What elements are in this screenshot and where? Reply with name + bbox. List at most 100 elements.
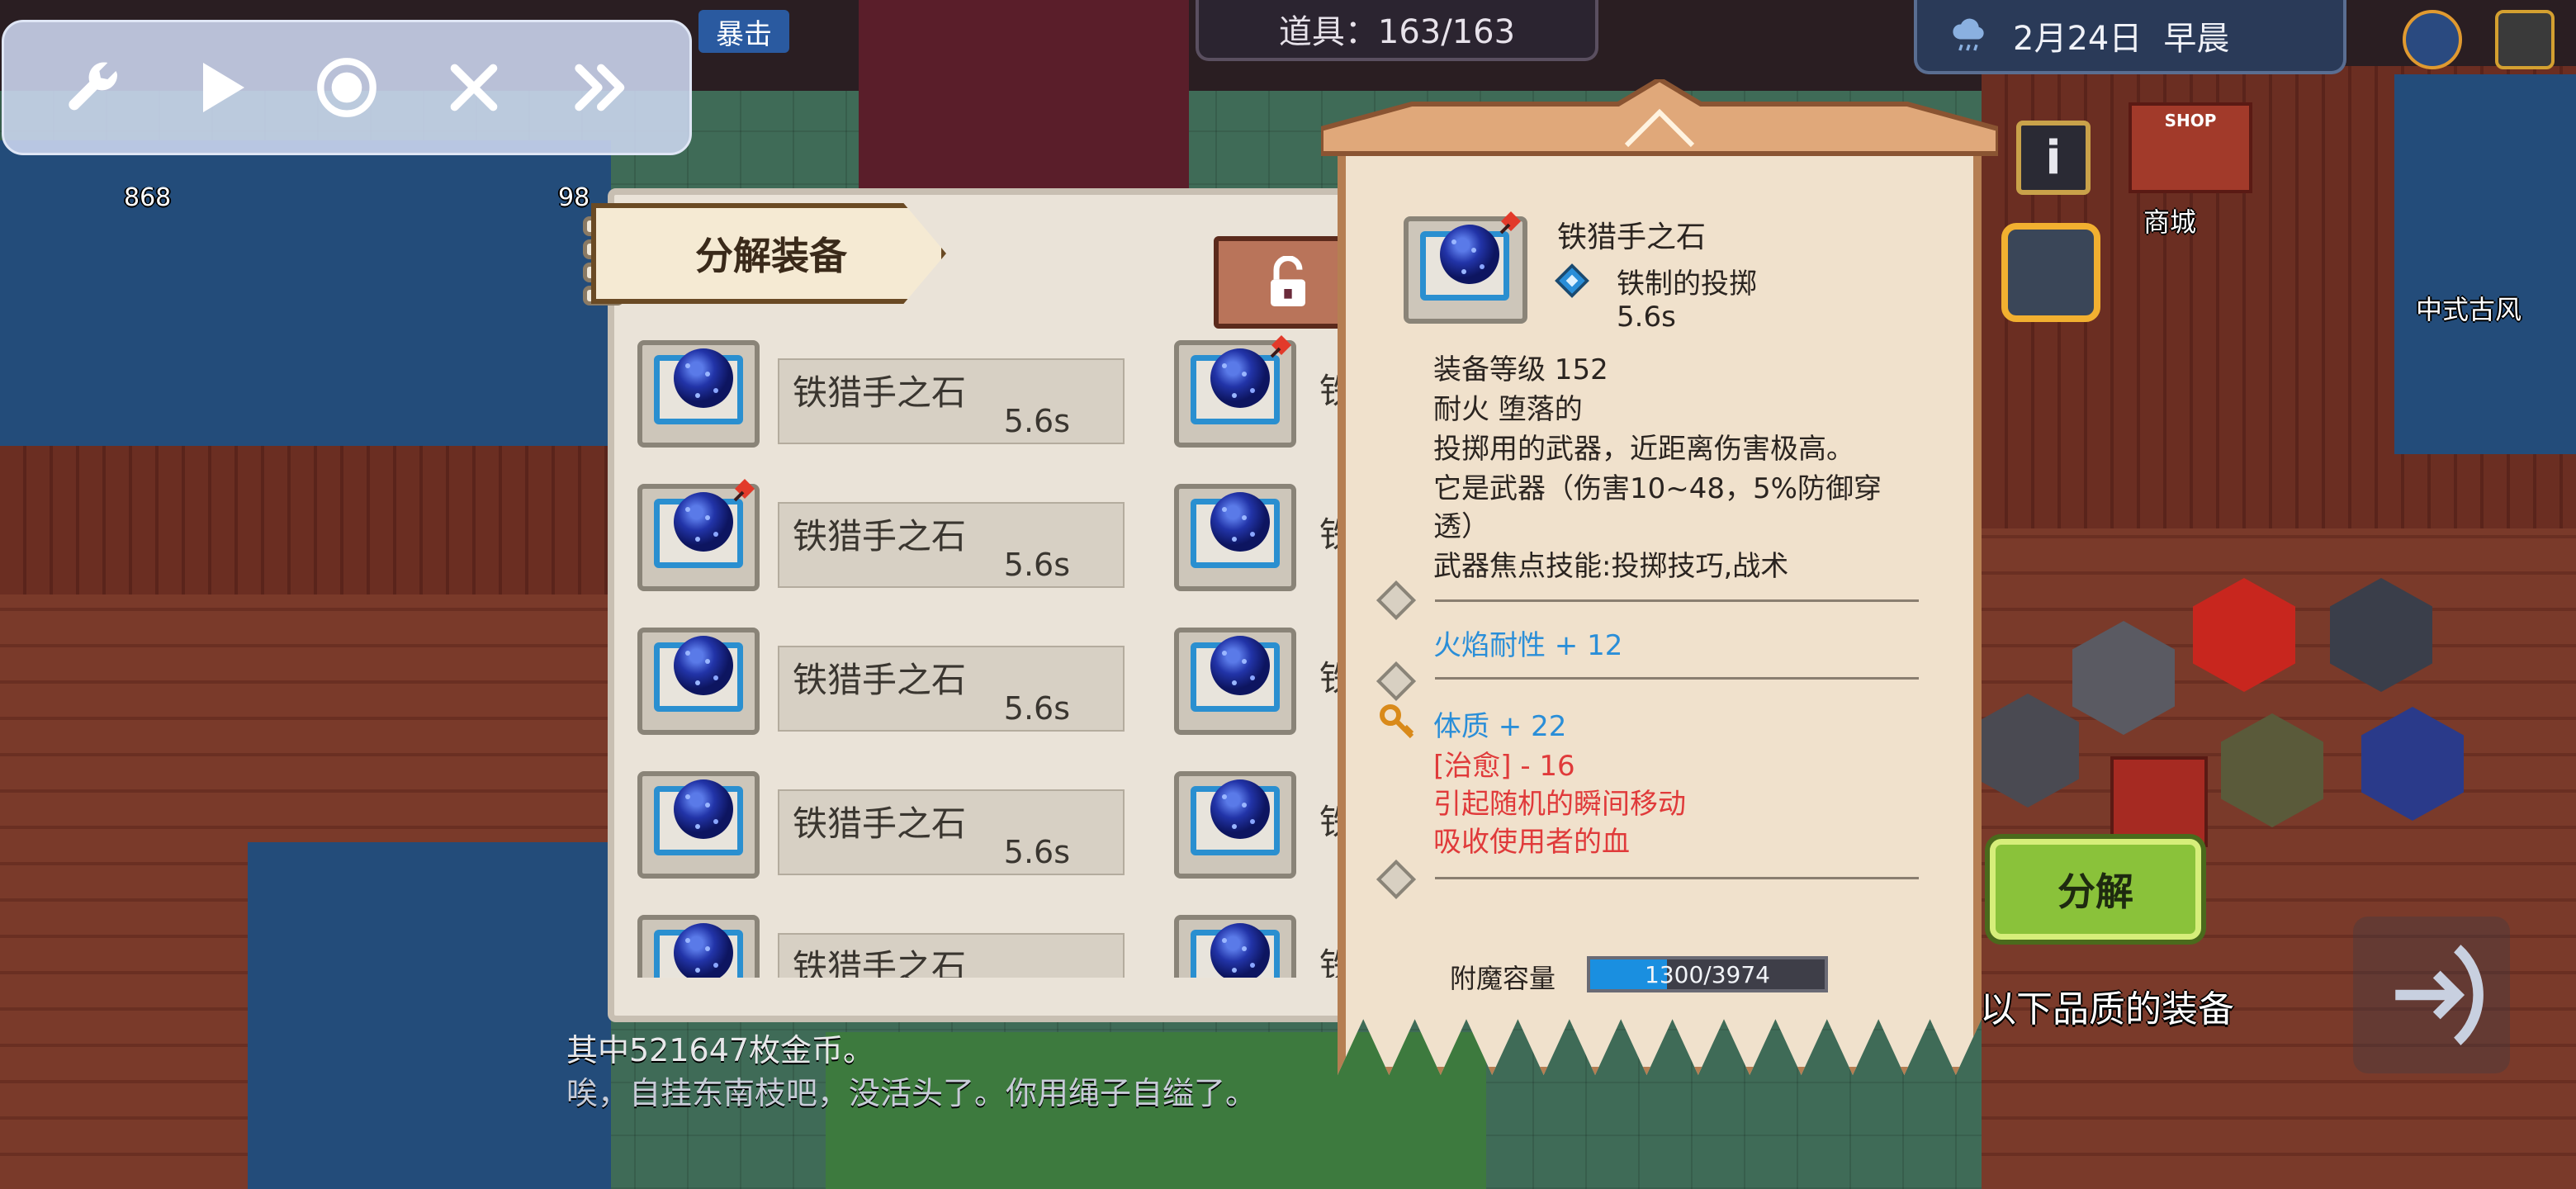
overlay-toolbar	[2, 20, 692, 155]
item-slot	[637, 915, 760, 978]
item-slot	[1174, 915, 1296, 978]
list-item[interactable]: 铁猎手之石 5.6s	[637, 340, 1133, 448]
item-slot	[1174, 628, 1296, 735]
sapphire-stone-icon	[674, 492, 733, 552]
tooltip-item-name: 铁猎手之石	[1557, 220, 1707, 254]
crit-tag: 暴击	[698, 10, 789, 53]
bow-icon	[2395, 945, 2484, 1045]
lock-tab[interactable]	[1214, 236, 1354, 329]
chat-line: 其中521647枚金币。	[566, 1032, 875, 1068]
pond-left	[0, 140, 611, 454]
info-button[interactable]: i	[2016, 121, 2091, 195]
stat-teleport: 引起随机的瞬间移动	[1433, 788, 1686, 821]
list-item[interactable]: 铁猎手之石	[637, 915, 1133, 978]
fullscreen-icon[interactable]	[2495, 10, 2555, 69]
item-slot	[1174, 484, 1296, 591]
tooltip-item-desc: 透）	[1433, 510, 1489, 543]
list-item[interactable]: 铁猎手之石 5.6s	[637, 479, 1133, 591]
panel-title: 分解装备	[591, 203, 946, 304]
globe-icon[interactable]	[2403, 10, 2462, 69]
list-item[interactable]: 铁猎手之石 5.6s	[637, 771, 1133, 879]
divider	[1435, 677, 1919, 680]
item-list: 铁猎手之石 5.6s 铁猎手之石 5.6s 铁猎手之石 5.6s 铁猎手之石 5.6s …	[632, 335, 1351, 978]
tooltip-item-desc: 它是武器（伤害10~48，5%防御穿	[1433, 472, 1882, 505]
style-label[interactable]: 中式古风	[2416, 289, 2522, 327]
wrench-icon[interactable]	[47, 42, 138, 133]
counter-mid: 98	[558, 183, 590, 212]
shop-sign: SHOP	[2164, 111, 2217, 130]
date-display: 2月24日 早晨	[1914, 0, 2346, 74]
play-icon[interactable]	[174, 42, 265, 133]
enchant-capacity-value: 1300/3974	[1645, 960, 1770, 988]
enchant-capacity-label: 附魔容量	[1450, 963, 1556, 994]
tooltip-item-level: 装备等级 152	[1433, 353, 1608, 386]
item-name: 铁猎手之石	[793, 372, 967, 413]
sapphire-stone-icon	[1210, 492, 1270, 552]
rain-cloud-icon	[1953, 18, 1984, 51]
item-crate-icon[interactable]	[2110, 756, 2208, 847]
item-slot	[637, 771, 760, 879]
list-item[interactable]: 铁	[1174, 335, 1351, 448]
sapphire-stone-icon	[674, 779, 733, 839]
throwing-type-icon	[1555, 263, 1589, 298]
list-item[interactable]: 铁	[1174, 628, 1351, 735]
bookmark-flag-icon	[1270, 335, 1291, 358]
divider	[1435, 599, 1919, 602]
sapphire-stone-icon	[674, 923, 733, 978]
sapphire-stone-icon	[1210, 636, 1270, 695]
bow-attack-button[interactable]	[2353, 917, 2510, 1073]
item-name: 铁猎手之石	[793, 516, 967, 557]
enchant-capacity-bar: 1300/3974	[1587, 956, 1828, 992]
close-icon[interactable]	[429, 42, 519, 133]
item-time: 5.6s	[1003, 403, 1070, 439]
quality-filter-text[interactable]: 以下品质的装备	[1980, 979, 2234, 1032]
shop-label[interactable]: 商城	[2143, 201, 2196, 239]
shop-icon[interactable]: SHOP	[2129, 102, 2252, 193]
tooltip-item-type: 铁制的投掷	[1617, 268, 1757, 301]
item-slot	[1174, 771, 1296, 879]
stat-constitution: 体质 + 22	[1433, 710, 1567, 743]
bookmark-flag-icon	[1499, 211, 1521, 234]
lock-open-icon	[1271, 256, 1305, 306]
tooltip-item-desc: 投掷用的武器，近距离伤害极高。	[1433, 433, 1854, 466]
list-item[interactable]: 铁	[1174, 915, 1351, 978]
item-slot	[1174, 335, 1296, 448]
decompose-button[interactable]: 分解	[1990, 839, 2201, 940]
item-time: 5.6s	[1003, 690, 1070, 727]
list-item[interactable]: 铁	[1174, 771, 1351, 879]
counter-left: 868	[124, 183, 172, 212]
tooltip-item-skill: 武器焦点技能:投掷技巧,战术	[1433, 550, 1789, 583]
item-slot	[637, 340, 760, 448]
record-icon[interactable]	[301, 42, 392, 133]
item-name: 铁猎手之石	[793, 947, 967, 978]
item-time: 5.6s	[1003, 834, 1070, 870]
time-of-day: 早晨	[2163, 20, 2230, 58]
divider	[1435, 877, 1919, 879]
date-text: 2月24日	[2013, 20, 2143, 58]
building-top	[859, 0, 1189, 190]
list-item[interactable]: 铁	[1174, 484, 1351, 591]
fast-forward-icon[interactable]	[556, 42, 646, 133]
sapphire-stone-icon	[1440, 225, 1499, 284]
sapphire-stone-icon	[1210, 779, 1270, 839]
item-slot	[637, 628, 760, 735]
sapphire-stone-icon	[1210, 923, 1270, 978]
chat-line: 唉，自挂东南枝吧，没活头了。你用绳子自缢了。	[566, 1075, 1257, 1111]
tooltip-item-traits: 耐火 堕落的	[1433, 393, 1583, 426]
tooltip-item-speed: 5.6s	[1617, 301, 1676, 334]
item-count: 道具：163/163	[1196, 0, 1598, 61]
list-item[interactable]: 铁猎手之石 5.6s	[637, 628, 1133, 735]
tooltip-item-slot	[1404, 211, 1527, 324]
fence-left	[0, 446, 611, 594]
sapphire-stone-icon	[674, 636, 733, 695]
water-right	[2394, 74, 2576, 454]
chat-log: 其中521647枚金币。 唉，自挂东南枝吧，没活头了。你用绳子自缢了。	[566, 1029, 1257, 1115]
stat-heal: [治愈] - 16	[1433, 750, 1575, 783]
stat-fire-resist: 火焰耐性 + 12	[1433, 629, 1623, 662]
item-name: 铁猎手之石	[793, 660, 967, 700]
item-time: 5.6s	[1003, 547, 1070, 583]
item-slot	[637, 479, 760, 591]
enchant-key-icon	[1380, 704, 1414, 739]
tooltip-crown-ornament	[1321, 79, 1998, 156]
equipment-slot[interactable]	[2001, 223, 2100, 322]
